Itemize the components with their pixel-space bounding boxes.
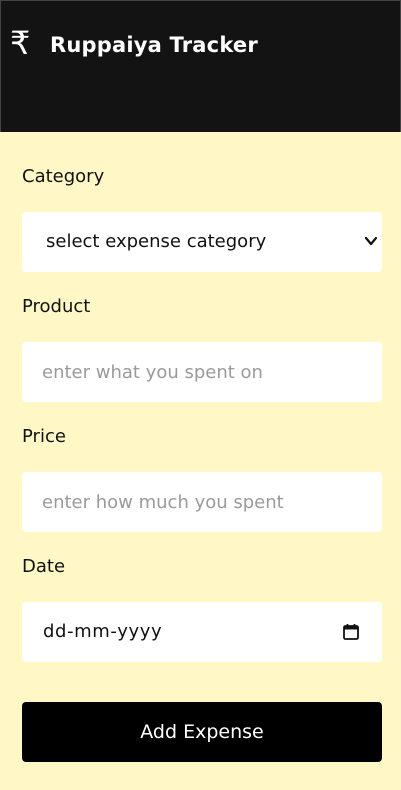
product-label: Product — [22, 296, 91, 317]
category-label: Category — [22, 166, 105, 187]
app-header: ₹ Ruppaiya Tracker — [0, 0, 401, 132]
category-select[interactable]: select expense category — [22, 212, 382, 272]
date-label: Date — [22, 556, 66, 577]
calendar-icon[interactable] — [342, 623, 360, 641]
price-field-container — [22, 472, 382, 532]
date-value: dd-mm-yyyy — [43, 621, 163, 642]
date-input[interactable]: dd-mm-yyyy — [22, 602, 382, 662]
add-expense-button[interactable]: Add Expense — [22, 702, 382, 762]
product-input[interactable] — [22, 342, 382, 402]
price-label: Price — [22, 426, 66, 447]
app-title: Ruppaiya Tracker — [50, 33, 258, 57]
chevron-down-icon — [364, 236, 378, 246]
product-field-container — [22, 342, 382, 402]
price-input[interactable] — [22, 472, 382, 532]
expense-form: Category select expense category Product… — [0, 132, 401, 790]
category-selected-value: select expense category — [46, 231, 267, 252]
rupee-icon: ₹ — [10, 24, 31, 62]
